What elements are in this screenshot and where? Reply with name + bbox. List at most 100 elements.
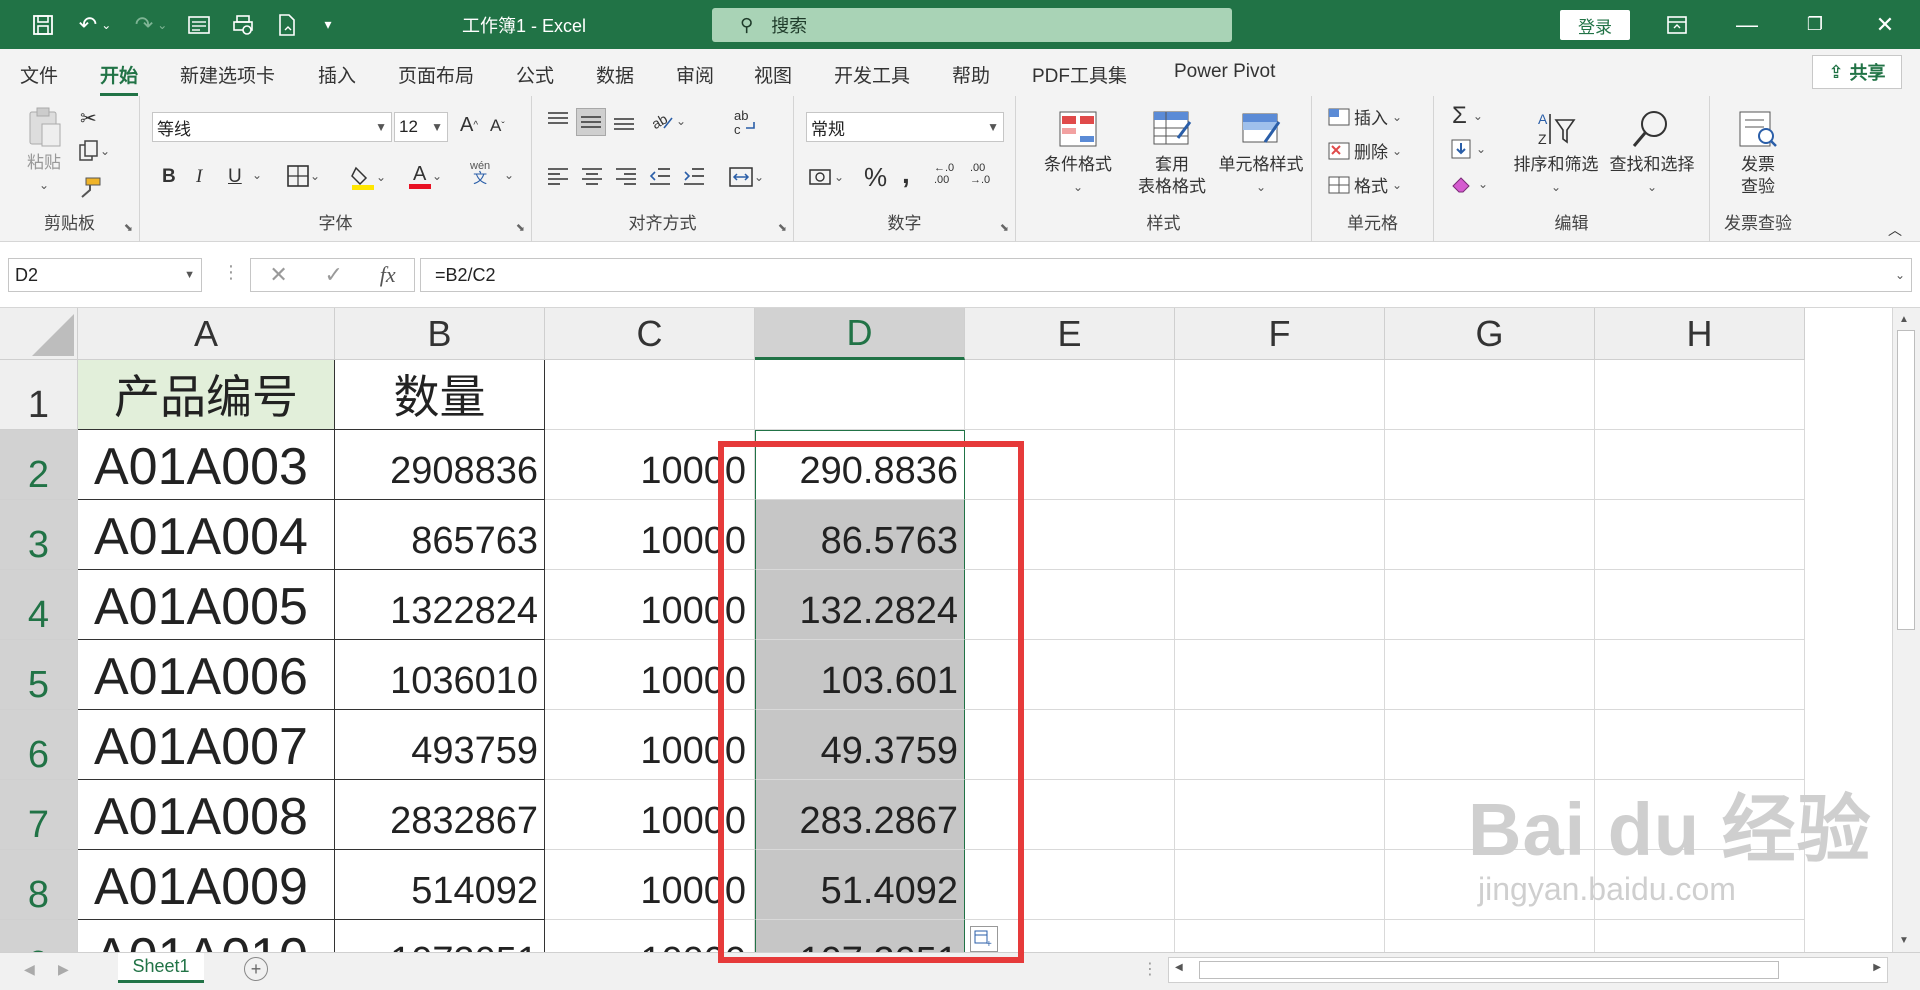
cell-c6[interactable]: 10000 <box>545 710 755 780</box>
cell-e3[interactable] <box>965 500 1175 570</box>
font-name-combo[interactable]: 等线 ▼ <box>152 112 392 142</box>
cell-f1[interactable] <box>1175 360 1385 430</box>
number-format-combo[interactable]: 常规 ▼ <box>806 112 1004 142</box>
comma-button[interactable]: , <box>902 158 910 190</box>
close-icon[interactable]: ✕ <box>1862 0 1908 49</box>
cell-b2[interactable]: 2908836 <box>335 430 545 500</box>
cell-f5[interactable] <box>1175 640 1385 710</box>
cell-a9[interactable]: A01A010 <box>78 920 335 952</box>
row-header-9[interactable]: 9 <box>0 920 78 952</box>
row-header-8[interactable]: 8 <box>0 850 78 920</box>
cell-e7[interactable] <box>965 780 1175 850</box>
font-size-combo[interactable]: 12 ▼ <box>394 112 448 142</box>
tab-help[interactable]: 帮助 <box>952 61 990 88</box>
fill-color-icon[interactable]: ⌄ <box>350 164 386 190</box>
cell-b4[interactable]: 1322824 <box>335 570 545 640</box>
tab-data[interactable]: 数据 <box>596 61 634 88</box>
row-header-5[interactable]: 5 <box>0 640 78 710</box>
prev-sheet-icon[interactable]: ◀ <box>24 961 35 978</box>
cell-f6[interactable] <box>1175 710 1385 780</box>
conditional-formatting-button[interactable]: 条件格式 ⌄ <box>1030 108 1126 198</box>
cell-d8[interactable]: 51.4092 <box>755 850 965 920</box>
column-header-f[interactable]: F <box>1175 308 1385 360</box>
cell-h4[interactable] <box>1595 570 1805 640</box>
cell-g2[interactable] <box>1385 430 1595 500</box>
customize-toolbar-icon[interactable]: ▾ <box>314 0 342 49</box>
increase-decimal-button[interactable]: ←.0 .00 <box>934 162 954 186</box>
tab-formulas[interactable]: 公式 <box>516 61 554 88</box>
cell-g5[interactable] <box>1385 640 1595 710</box>
login-button[interactable]: 登录 <box>1560 10 1630 40</box>
cell-c2[interactable]: 10000 <box>545 430 755 500</box>
align-center-icon[interactable] <box>580 166 604 188</box>
cell-g7[interactable] <box>1385 780 1595 850</box>
cell-b7[interactable]: 2832867 <box>335 780 545 850</box>
tab-power-pivot[interactable]: Power Pivot <box>1174 61 1275 83</box>
cell-a5[interactable]: A01A006 <box>78 640 335 710</box>
column-header-h[interactable]: H <box>1595 308 1805 360</box>
font-color-icon[interactable]: A ⌄ <box>408 162 442 190</box>
cell-e8[interactable] <box>965 850 1175 920</box>
cell-b1[interactable]: 数量 <box>335 360 545 430</box>
scroll-right-icon[interactable]: ▶ <box>1873 962 1881 973</box>
undo-icon[interactable]: ↶ ⌄ <box>70 0 120 49</box>
cell-a6[interactable]: A01A007 <box>78 710 335 780</box>
orientation-icon[interactable]: ab ⌄ <box>650 110 686 132</box>
cell-f2[interactable] <box>1175 430 1385 500</box>
cut-icon[interactable]: ✂ <box>80 106 97 131</box>
phonetic-icon[interactable]: wén 文 <box>470 160 490 185</box>
cell-b6[interactable]: 493759 <box>335 710 545 780</box>
cell-a7[interactable]: A01A008 <box>78 780 335 850</box>
cell-c8[interactable]: 10000 <box>545 850 755 920</box>
cell-a2[interactable]: A01A003 <box>78 430 335 500</box>
borders-icon[interactable]: ⌄ <box>286 164 320 188</box>
cell-b3[interactable]: 865763 <box>335 500 545 570</box>
underline-button[interactable]: U <box>228 166 242 188</box>
decrease-font-icon[interactable]: Aˇ <box>490 116 505 136</box>
cell-c7[interactable]: 10000 <box>545 780 755 850</box>
align-bottom-icon[interactable] <box>612 110 636 132</box>
tab-insert[interactable]: 插入 <box>318 61 356 88</box>
vertical-scrollbar[interactable]: ▲ ▼ <box>1892 308 1920 952</box>
cell-c9[interactable]: 10000 <box>545 920 755 952</box>
search-input[interactable]: ⚲ 搜索 <box>712 8 1232 42</box>
cell-a8[interactable]: A01A009 <box>78 850 335 920</box>
cell-c1[interactable] <box>545 360 755 430</box>
expand-formula-bar-icon[interactable]: ⌄ <box>1895 268 1905 282</box>
scroll-up-icon[interactable]: ▲ <box>1899 314 1909 325</box>
cell-a4[interactable]: A01A005 <box>78 570 335 640</box>
invoice-check-button[interactable]: 发票 查验 <box>1728 108 1788 198</box>
worksheet-grid[interactable]: ABCDEFGH 123456789 产品编号数量A01A00329088361… <box>0 308 1892 952</box>
chevron-down-icon[interactable]: ⌄ <box>504 168 514 182</box>
cell-d7[interactable]: 283.2867 <box>755 780 965 850</box>
tab-pdf-tools[interactable]: PDF工具集 <box>1032 61 1127 88</box>
cell-e2[interactable] <box>965 430 1175 500</box>
cell-a1[interactable]: 产品编号 <box>78 360 335 430</box>
format-cells-button[interactable]: 格式 ⌄ <box>1328 172 1402 197</box>
cell-h5[interactable] <box>1595 640 1805 710</box>
clipboard-launcher-icon[interactable]: ⬊ <box>124 221 133 234</box>
cell-h3[interactable] <box>1595 500 1805 570</box>
cell-d5[interactable]: 103.601 <box>755 640 965 710</box>
accounting-format-icon[interactable]: ⌄ <box>808 166 844 188</box>
cell-c5[interactable]: 10000 <box>545 640 755 710</box>
decrease-decimal-button[interactable]: .00 →.0 <box>970 162 990 186</box>
column-header-e[interactable]: E <box>965 308 1175 360</box>
add-sheet-icon[interactable]: + <box>244 957 268 981</box>
cell-f7[interactable] <box>1175 780 1385 850</box>
split-grip-icon[interactable]: ⋮ <box>1142 959 1158 979</box>
cell-h2[interactable] <box>1595 430 1805 500</box>
enter-formula-icon[interactable]: ✓ <box>325 262 343 288</box>
align-middle-icon[interactable] <box>576 108 606 136</box>
insert-function-icon[interactable]: fx <box>380 262 396 288</box>
tab-review[interactable]: 审阅 <box>676 61 714 88</box>
form-icon[interactable] <box>182 0 216 49</box>
decrease-indent-icon[interactable] <box>648 166 672 188</box>
align-left-icon[interactable] <box>546 166 570 188</box>
cell-h8[interactable] <box>1595 850 1805 920</box>
cell-b5[interactable]: 1036010 <box>335 640 545 710</box>
cell-e6[interactable] <box>965 710 1175 780</box>
name-box[interactable]: D2 ▼ <box>8 258 202 292</box>
formula-input[interactable]: =B2/C2 ⌄ <box>420 258 1912 292</box>
column-header-a[interactable]: A <box>78 308 335 360</box>
